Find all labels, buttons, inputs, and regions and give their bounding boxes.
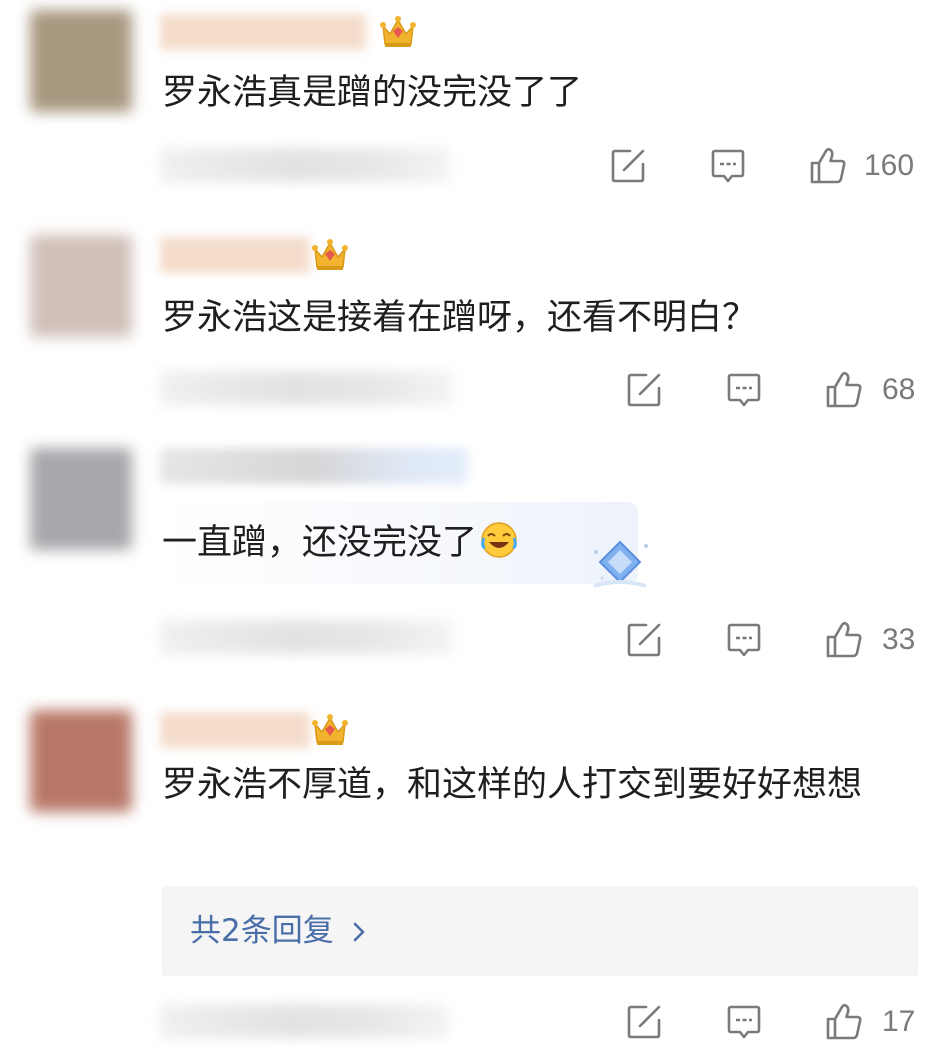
comment-text: 罗永浩这是接着在蹭呀，还看不明白？ — [162, 298, 758, 338]
comment-actions: 68 — [0, 366, 948, 416]
comment-item: 罗永浩真是蹭的没完没了了 160 — [0, 0, 948, 200]
comment-icon[interactable] — [724, 370, 764, 410]
like-count: 160 — [864, 149, 915, 182]
crown-badge-icon — [310, 235, 350, 275]
crown-badge-icon — [310, 710, 350, 750]
share-icon[interactable] — [624, 370, 664, 410]
comment-actions: 160 — [0, 142, 948, 192]
comment-icon[interactable] — [724, 620, 764, 660]
comment-text: 罗永浩真是蹭的没完没了了 — [162, 73, 583, 113]
comment-text: 一直蹭，还没完没了 — [162, 516, 918, 570]
avatar[interactable] — [30, 710, 132, 812]
comment-text-content: 一直蹭，还没完没了 — [162, 523, 478, 563]
comment-actions: 33 — [0, 616, 948, 666]
avatar[interactable] — [30, 235, 132, 337]
laughing-crying-emoji-icon — [481, 522, 517, 558]
crown-badge-icon — [378, 12, 418, 52]
comment-item: 一直蹭，还没完没了 33 — [0, 440, 948, 680]
view-replies-link[interactable]: 共2条回复 — [190, 910, 370, 952]
username[interactable] — [160, 237, 310, 273]
replies-box[interactable]: 共2条回复 — [162, 886, 918, 976]
like-count: 33 — [882, 623, 916, 656]
username[interactable] — [160, 712, 310, 748]
avatar[interactable] — [30, 448, 132, 550]
like-icon[interactable] — [824, 370, 864, 410]
comment-item: 罗永浩这是接着在蹭呀，还看不明白？ 68 — [0, 225, 948, 425]
username[interactable] — [160, 448, 468, 484]
like-count: 17 — [882, 1005, 916, 1038]
chevron-right-icon — [353, 922, 365, 942]
comment-text: 罗永浩不厚道，和这样的人打交到要好好想想 — [162, 765, 863, 805]
diamond-sparkle-icon — [593, 540, 648, 588]
like-icon[interactable] — [824, 1002, 864, 1042]
share-icon[interactable] — [608, 146, 648, 186]
comment-icon[interactable] — [708, 146, 748, 186]
replies-label: 共2条回复 — [190, 913, 334, 949]
avatar[interactable] — [30, 10, 132, 112]
comment-item: 罗永浩不厚道，和这样的人打交到要好好想想 共2条回复 17 — [0, 700, 948, 1056]
share-icon[interactable] — [624, 1002, 664, 1042]
share-icon[interactable] — [624, 620, 664, 660]
username[interactable] — [160, 14, 366, 50]
comment-icon[interactable] — [724, 1002, 764, 1042]
comment-actions: 17 — [0, 998, 948, 1048]
like-icon[interactable] — [808, 146, 848, 186]
like-icon[interactable] — [824, 620, 864, 660]
like-count: 68 — [882, 373, 916, 406]
